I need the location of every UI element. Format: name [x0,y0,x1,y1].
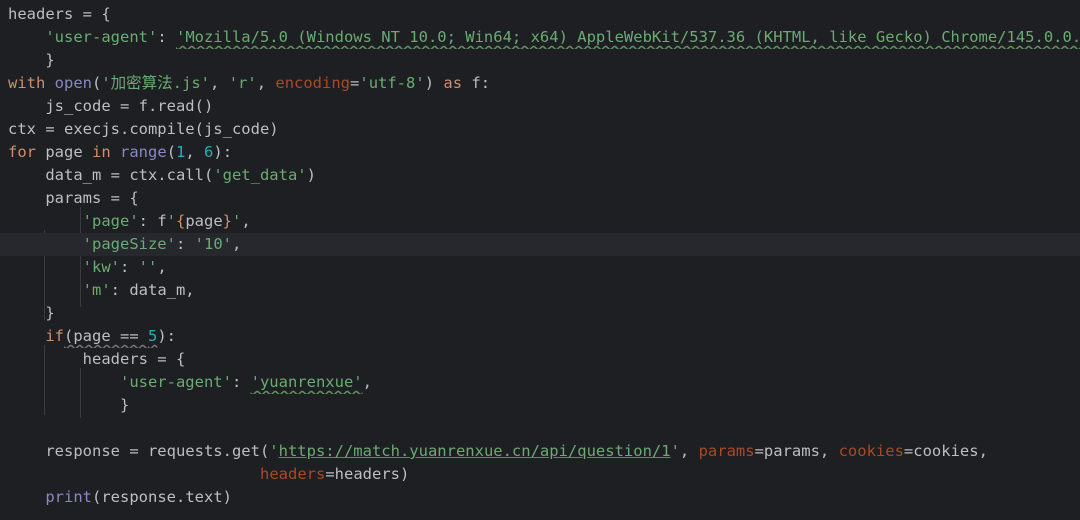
code-line-10[interactable]: 'page': f'{page}', [0,210,1080,233]
operator: = [350,74,360,92]
identifier: : data_m, [110,281,195,299]
statement: params = { [45,189,139,207]
identifier: =params, [754,442,839,460]
string-literal: ' [670,442,680,460]
code-line-4[interactable]: with open('加密算法.js', 'r', encoding='utf-… [0,72,1080,95]
statement: js_code = f.read() [45,97,214,115]
code-line-14[interactable]: } [0,302,1080,325]
builtin-function: print [45,488,92,506]
punctuation: ) [306,166,316,184]
punctuation: ): [157,327,177,345]
keyword: if [45,327,64,345]
code-line-12[interactable]: 'kw': '', [0,256,1080,279]
string-literal: 'kw' [82,258,120,276]
string-literal: 'yuanrenxue' [250,373,363,391]
operator: : [119,258,139,276]
statement: ctx = execjs.compile(js_code) [8,120,279,138]
number-literal: 5 [148,327,158,345]
string-literal: '10' [194,235,232,253]
code-line-21[interactable]: headers=headers) [0,463,1080,486]
expression: (page == [64,327,148,345]
code-line-18[interactable]: } [0,394,1080,417]
punctuation: { [176,212,186,230]
keyword-argument: headers [260,465,326,483]
operator: : [175,235,195,253]
string-literal: 'Mozilla/5.0 (Windows NT 10.0; Win64; x6… [175,28,1080,46]
punctuation: ( [166,143,177,161]
punctuation: , [157,258,167,276]
identifier: =cookies, [903,442,988,460]
code-line-1[interactable]: headers = { [0,3,1080,26]
punctuation: , [231,235,242,253]
operator: : f [138,212,167,230]
punctuation: , [362,373,372,391]
identifier: headers [8,5,74,23]
punctuation: } [119,396,130,414]
punctuation: ( [92,74,102,92]
punctuation: } [222,212,233,230]
punctuation: ) [424,74,435,92]
expression: (response.text) [92,488,232,506]
punctuation: , [679,442,699,460]
code-line-17[interactable]: 'user-agent': 'yuanrenxue', [0,371,1080,394]
builtin-function: open [54,74,92,92]
string-literal: 'page' [82,212,139,230]
string-literal: 'utf-8' [359,74,425,92]
identifier: page [36,143,92,161]
keyword: as [434,74,472,92]
keyword-argument: params [698,442,755,460]
statement: headers = { [82,350,186,368]
identifier: page [185,212,223,230]
code-line-3[interactable]: } [0,49,1080,72]
punctuation: , [210,74,229,92]
punctuation: } [45,304,55,322]
string-literal: 'user-agent' [119,373,232,391]
builtin-function: range [120,143,167,161]
punctuation: ): [213,143,233,161]
code-editor[interactable]: headers = { 'user-agent': 'Mozilla/5.0 (… [0,0,1080,520]
keyword: in [92,143,111,161]
url-link[interactable]: https://match.yuanrenxue.cn/api/question… [279,442,671,460]
string-literal: 'user-agent' [45,28,158,46]
code-line-2[interactable]: 'user-agent': 'Mozilla/5.0 (Windows NT 1… [0,26,1080,49]
code-line-13[interactable]: 'm': data_m, [0,279,1080,302]
punctuation: , [256,74,276,92]
string-literal: '加密算法.js' [101,74,211,92]
string-literal: 'm' [82,281,111,299]
string-literal: 'r' [228,74,257,92]
code-line-11[interactable]: 'pageSize': '10', [0,233,1080,256]
string-literal: ' [269,442,279,460]
punctuation: } [45,51,55,69]
keyword-argument: encoding [275,74,351,92]
operator: : [157,28,176,46]
keyword-argument: cookies [838,442,904,460]
statement: response = requests.get( [45,442,270,460]
punctuation: , [241,212,251,230]
operator: = { [73,5,111,23]
identifier: =headers) [325,465,410,483]
string-literal: ' [166,212,176,230]
operator: : [231,373,251,391]
punctuation: , [185,143,205,161]
code-line-8[interactable]: data_m = ctx.call('get_data') [0,164,1080,187]
code-line-5[interactable]: js_code = f.read() [0,95,1080,118]
code-line-6[interactable]: ctx = execjs.compile(js_code) [0,118,1080,141]
code-line-15[interactable]: if(page == 5): [0,325,1080,348]
string-literal: '' [138,258,158,276]
code-line-16[interactable]: headers = { [0,348,1080,371]
identifier: f: [471,74,491,92]
number-literal: 6 [204,143,214,161]
code-line-19[interactable] [0,417,1080,440]
code-line-22[interactable]: print(response.text) [0,486,1080,509]
string-literal: 'get_data' [213,166,307,184]
keyword: for [8,143,36,161]
code-line-7[interactable]: for page in range(1, 6): [0,141,1080,164]
number-literal: 1 [176,143,186,161]
string-literal: 'pageSize' [82,235,176,253]
code-line-20[interactable]: response = requests.get('https://match.y… [0,440,1080,463]
keyword: with [8,74,46,92]
code-line-9[interactable]: params = { [0,187,1080,210]
statement: data_m = ctx.call( [45,166,214,184]
string-literal: ' [232,212,242,230]
